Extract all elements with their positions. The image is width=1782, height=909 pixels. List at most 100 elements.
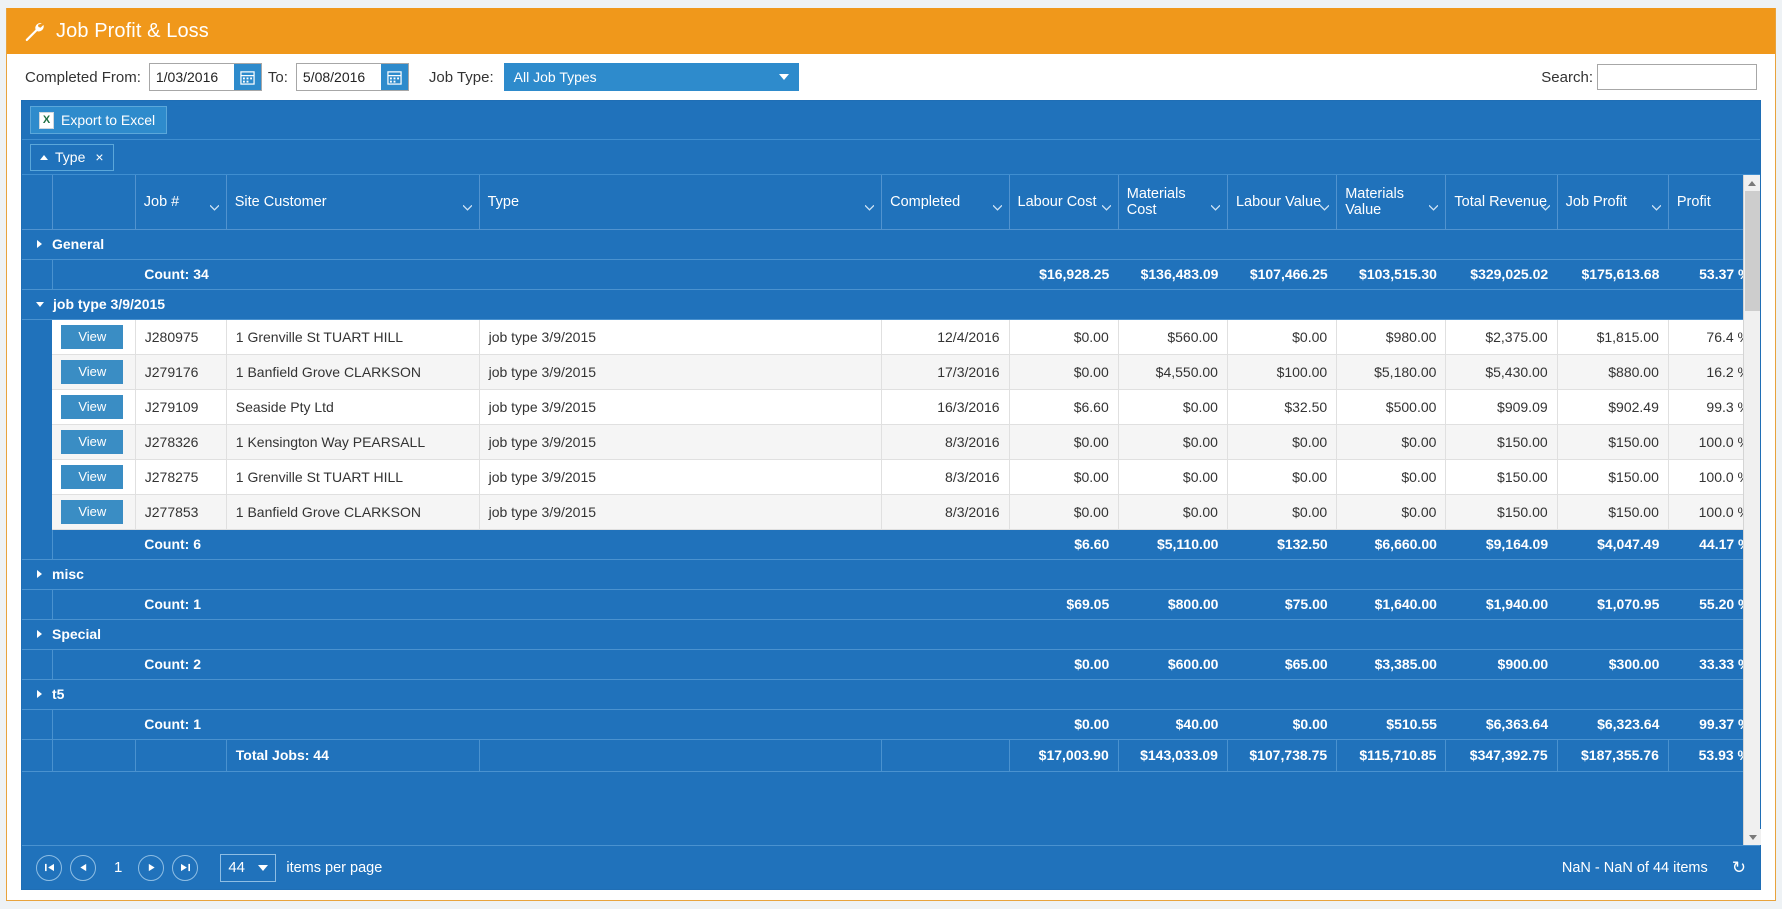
cell-type: job type 3/9/2015 xyxy=(479,424,883,460)
header-job-profit[interactable]: Job Profit xyxy=(1557,175,1669,230)
page-size-dropdown[interactable]: 44 xyxy=(220,853,277,882)
chevron-down-icon[interactable] xyxy=(1428,199,1439,211)
view-button[interactable]: View xyxy=(61,359,124,384)
row-action-cell[interactable]: View xyxy=(52,459,136,495)
row-action-cell[interactable]: View xyxy=(52,319,136,355)
next-page-icon[interactable] xyxy=(138,854,165,881)
job-type-dropdown[interactable]: All Job Types xyxy=(503,63,799,91)
header-job-no[interactable]: Job # xyxy=(135,175,227,230)
last-page-icon[interactable] xyxy=(172,854,199,881)
aggregate-indent xyxy=(22,259,53,290)
row-action-cell[interactable]: View xyxy=(52,354,136,390)
chevron-down-icon[interactable] xyxy=(1210,199,1221,211)
chevron-down-icon[interactable] xyxy=(1319,199,1330,211)
cell-completed: 17/3/2016 xyxy=(881,354,1010,390)
expand-arrow-icon[interactable] xyxy=(37,570,42,578)
chevron-down-icon[interactable] xyxy=(1540,199,1551,211)
table-row[interactable]: View J278275 1 Grenville St TUART HILL job … xyxy=(22,459,1761,495)
group-by-bar: Type × xyxy=(22,139,1760,175)
cell-total-revenue: $150.00 xyxy=(1445,459,1558,495)
group-header-cell[interactable]: General xyxy=(22,228,1760,260)
table-row[interactable]: View J279176 1 Banfield Grove CLARKSON job … xyxy=(22,354,1761,390)
total-spacer-2 xyxy=(52,738,136,772)
scroll-up-icon[interactable] xyxy=(1744,175,1760,191)
cell-job-profit: $1,815.00 xyxy=(1557,319,1669,355)
header-type[interactable]: Type xyxy=(479,175,883,230)
header-materials-value[interactable]: Materials Value xyxy=(1336,175,1447,230)
header-site-customer[interactable]: Site Customer xyxy=(226,175,480,230)
cell-completed: 8/3/2016 xyxy=(881,494,1010,530)
row-action-cell[interactable]: View xyxy=(52,424,136,460)
chevron-down-icon[interactable] xyxy=(992,199,1002,211)
group-header-cell[interactable]: misc xyxy=(22,558,1760,590)
cell-labour-value: $0.00 xyxy=(1227,494,1338,530)
view-button[interactable]: View xyxy=(61,394,124,419)
header-materials-cost[interactable]: Materials Cost xyxy=(1118,175,1228,230)
cell-job-profit: $150.00 xyxy=(1557,459,1669,495)
view-button[interactable]: View xyxy=(61,499,124,524)
total-materials-value: $115,710.85 xyxy=(1336,738,1447,772)
completed-to-input[interactable] xyxy=(296,64,381,90)
aggregate-spacer xyxy=(52,649,136,680)
vertical-scrollbar[interactable] xyxy=(1743,175,1761,845)
chevron-down-icon[interactable] xyxy=(1101,199,1112,211)
header-total-revenue[interactable]: Total Revenue xyxy=(1445,175,1558,230)
export-to-excel-button[interactable]: X Export to Excel xyxy=(30,106,168,134)
aggregate-materials-value: $103,515.30 xyxy=(1336,259,1446,290)
refresh-icon[interactable]: ↻ xyxy=(1732,858,1746,878)
previous-page-icon[interactable] xyxy=(70,854,96,881)
group-header-cell[interactable]: job type 3/9/2015 xyxy=(22,288,1760,320)
chevron-down-icon[interactable] xyxy=(1651,199,1662,211)
chevron-down-icon[interactable] xyxy=(462,199,473,211)
cell-type: job type 3/9/2015 xyxy=(479,389,883,425)
row-action-cell[interactable]: View xyxy=(52,494,136,530)
group-header-cell[interactable]: Special xyxy=(22,618,1760,650)
calendar-icon-to[interactable] xyxy=(380,64,408,90)
completed-to-field[interactable] xyxy=(295,63,409,91)
view-button[interactable]: View xyxy=(61,324,124,349)
view-button[interactable]: View xyxy=(61,464,124,489)
group-header-row[interactable]: Special xyxy=(22,618,1760,650)
search-input[interactable] xyxy=(1597,64,1757,90)
table-row[interactable]: View J278326 1 Kensington Way PEARSALL job … xyxy=(22,424,1761,460)
cell-job-profit: $880.00 xyxy=(1557,354,1669,390)
close-icon[interactable]: × xyxy=(95,149,103,165)
completed-from-field[interactable] xyxy=(148,63,262,91)
expand-arrow-icon[interactable] xyxy=(37,690,42,698)
aggregate-job-profit: $175,613.68 xyxy=(1557,259,1669,290)
header-label: Type xyxy=(487,193,520,210)
chevron-down-icon[interactable] xyxy=(209,199,220,211)
scrollbar-thumb[interactable] xyxy=(1745,191,1760,311)
calendar-icon-from[interactable] xyxy=(233,64,261,90)
chevron-down-icon xyxy=(778,74,789,80)
group-header-row[interactable]: job type 3/9/2015 xyxy=(22,288,1760,320)
completed-from-input[interactable] xyxy=(149,64,234,90)
header-labour-cost[interactable]: Labour Cost xyxy=(1009,175,1119,230)
group-header-row[interactable]: misc xyxy=(22,558,1760,590)
cell-materials-cost: $0.00 xyxy=(1118,494,1228,530)
group-header-row[interactable]: t5 xyxy=(22,678,1760,710)
total-spacer-1 xyxy=(22,738,53,772)
cell-job-profit: $150.00 xyxy=(1557,424,1669,460)
table-row[interactable]: View J277853 1 Banfield Grove CLARKSON job … xyxy=(22,494,1761,530)
group-name: t5 xyxy=(52,686,65,702)
expand-arrow-icon[interactable] xyxy=(37,630,42,638)
row-action-cell[interactable]: View xyxy=(52,389,136,425)
scroll-down-icon[interactable] xyxy=(1744,829,1761,845)
collapse-arrow-icon[interactable] xyxy=(36,302,44,307)
group-header-row[interactable]: General xyxy=(22,228,1760,260)
chevron-down-icon[interactable] xyxy=(864,199,875,211)
view-button[interactable]: View xyxy=(61,429,124,454)
aggregate-labour-cost: $6.60 xyxy=(1009,529,1119,560)
group-header-cell[interactable]: t5 xyxy=(22,678,1760,710)
cell-labour-cost: $0.00 xyxy=(1009,494,1119,530)
table-row[interactable]: View J280975 1 Grenville St TUART HILL job … xyxy=(22,319,1761,355)
first-page-icon[interactable] xyxy=(36,854,62,881)
expand-arrow-icon[interactable] xyxy=(37,240,42,248)
table-row[interactable]: View J279109 Seaside Pty Ltd job type 3/9/2… xyxy=(22,389,1761,425)
page-size-value: 44 xyxy=(228,859,246,876)
header-labour-value[interactable]: Labour Value xyxy=(1227,175,1338,230)
aggregate-spacer xyxy=(52,709,136,740)
group-chip-type[interactable]: Type × xyxy=(30,143,114,171)
header-completed[interactable]: Completed xyxy=(881,175,1010,230)
